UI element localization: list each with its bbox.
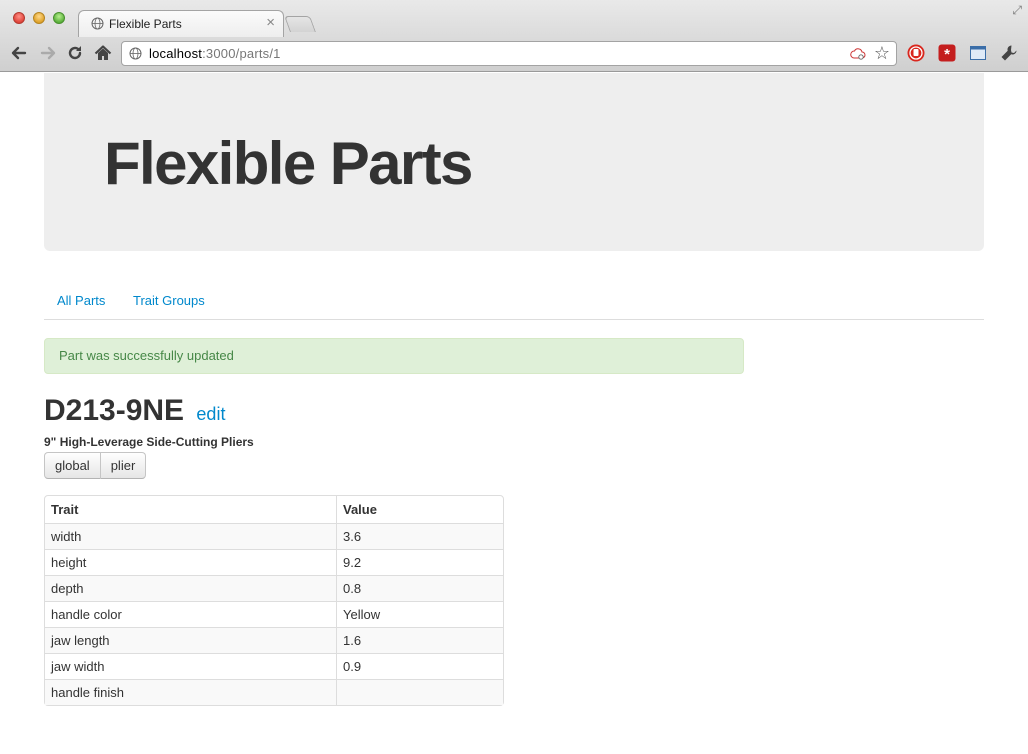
- value-cell: 3.6: [336, 523, 503, 549]
- part-heading: D213-9NE edit: [44, 394, 225, 431]
- globe-icon: [129, 47, 142, 65]
- trait-cell: jaw length: [45, 627, 336, 653]
- wrench-icon[interactable]: [1000, 44, 1018, 62]
- table-row: jaw width 0.9: [45, 653, 503, 679]
- tag-button-global[interactable]: global: [44, 452, 101, 479]
- column-header-trait: Trait: [51, 502, 79, 517]
- value-cell: Yellow: [336, 601, 503, 627]
- tag-button-plier[interactable]: plier: [100, 452, 147, 479]
- url-host: localhost: [149, 46, 203, 61]
- window-icon[interactable]: [969, 44, 987, 62]
- nav-link-trait-groups[interactable]: Trait Groups: [133, 293, 205, 308]
- stop-extension-icon[interactable]: [907, 44, 925, 62]
- tab-title: Flexible Parts: [109, 17, 182, 31]
- trait-cell: width: [45, 523, 336, 549]
- trait-cell: depth: [45, 575, 336, 601]
- table-row: jaw length 1.6: [45, 627, 503, 653]
- close-tab-icon[interactable]: ×: [266, 14, 275, 31]
- table-header-row: Trait Value: [45, 496, 503, 523]
- reload-icon[interactable]: [64, 42, 86, 64]
- window-controls: [13, 12, 65, 24]
- value-cell: [336, 679, 503, 705]
- globe-icon: [91, 17, 104, 35]
- nav-tabs: All Parts Trait Groups: [44, 283, 984, 320]
- lastpass-icon[interactable]: *: [938, 44, 956, 63]
- zoom-window-button[interactable]: [53, 12, 65, 24]
- table-row: handle color Yellow: [45, 601, 503, 627]
- browser-tab[interactable]: Flexible Parts ×: [78, 10, 284, 37]
- url-path: :3000/parts/1: [202, 46, 281, 61]
- trait-cell: handle color: [45, 601, 336, 627]
- cloud-icon[interactable]: [850, 47, 866, 65]
- hero-unit: Flexible Parts: [44, 73, 984, 251]
- table-row: height 9.2: [45, 549, 503, 575]
- star-icon[interactable]: ☆: [874, 43, 890, 64]
- trait-cell: jaw width: [45, 653, 336, 679]
- new-tab-button[interactable]: [284, 16, 316, 32]
- edit-link[interactable]: edit: [196, 404, 225, 424]
- svg-text:*: *: [944, 46, 950, 62]
- value-cell: 9.2: [336, 549, 503, 575]
- table-row: handle finish: [45, 679, 503, 705]
- browser-chrome: Flexible Parts × ⤢ localhost:3000/parts/…: [0, 0, 1028, 72]
- part-description: 9" High-Leverage Side-Cutting Pliers: [44, 435, 254, 449]
- back-icon[interactable]: [8, 42, 30, 64]
- column-header-value: Value: [336, 496, 503, 523]
- trait-cell: handle finish: [45, 679, 336, 705]
- address-bar[interactable]: localhost:3000/parts/1 ☆: [121, 41, 897, 66]
- success-alert: Part was successfully updated: [44, 338, 744, 374]
- forward-icon[interactable]: [37, 42, 59, 64]
- traits-table: Trait Value width 3.6 height 9.2 depth 0…: [44, 495, 504, 706]
- table-row: depth 0.8: [45, 575, 503, 601]
- home-icon[interactable]: [92, 42, 114, 64]
- close-window-button[interactable]: [13, 12, 25, 24]
- value-cell: 0.9: [336, 653, 503, 679]
- value-cell: 1.6: [336, 627, 503, 653]
- site-title: Flexible Parts: [104, 130, 473, 197]
- table-row: width 3.6: [45, 523, 503, 549]
- url-text: localhost:3000/parts/1: [149, 46, 281, 61]
- part-number: D213-9NE: [44, 394, 185, 427]
- value-cell: 0.8: [336, 575, 503, 601]
- page-content: Flexible Parts All Parts Trait Groups Pa…: [0, 73, 1028, 754]
- tag-button-group: global plier: [44, 452, 147, 479]
- minimize-window-button[interactable]: [33, 12, 45, 24]
- nav-link-all-parts[interactable]: All Parts: [57, 293, 105, 308]
- trait-cell: height: [45, 549, 336, 575]
- fullscreen-icon[interactable]: ⤢: [1012, 3, 1022, 18]
